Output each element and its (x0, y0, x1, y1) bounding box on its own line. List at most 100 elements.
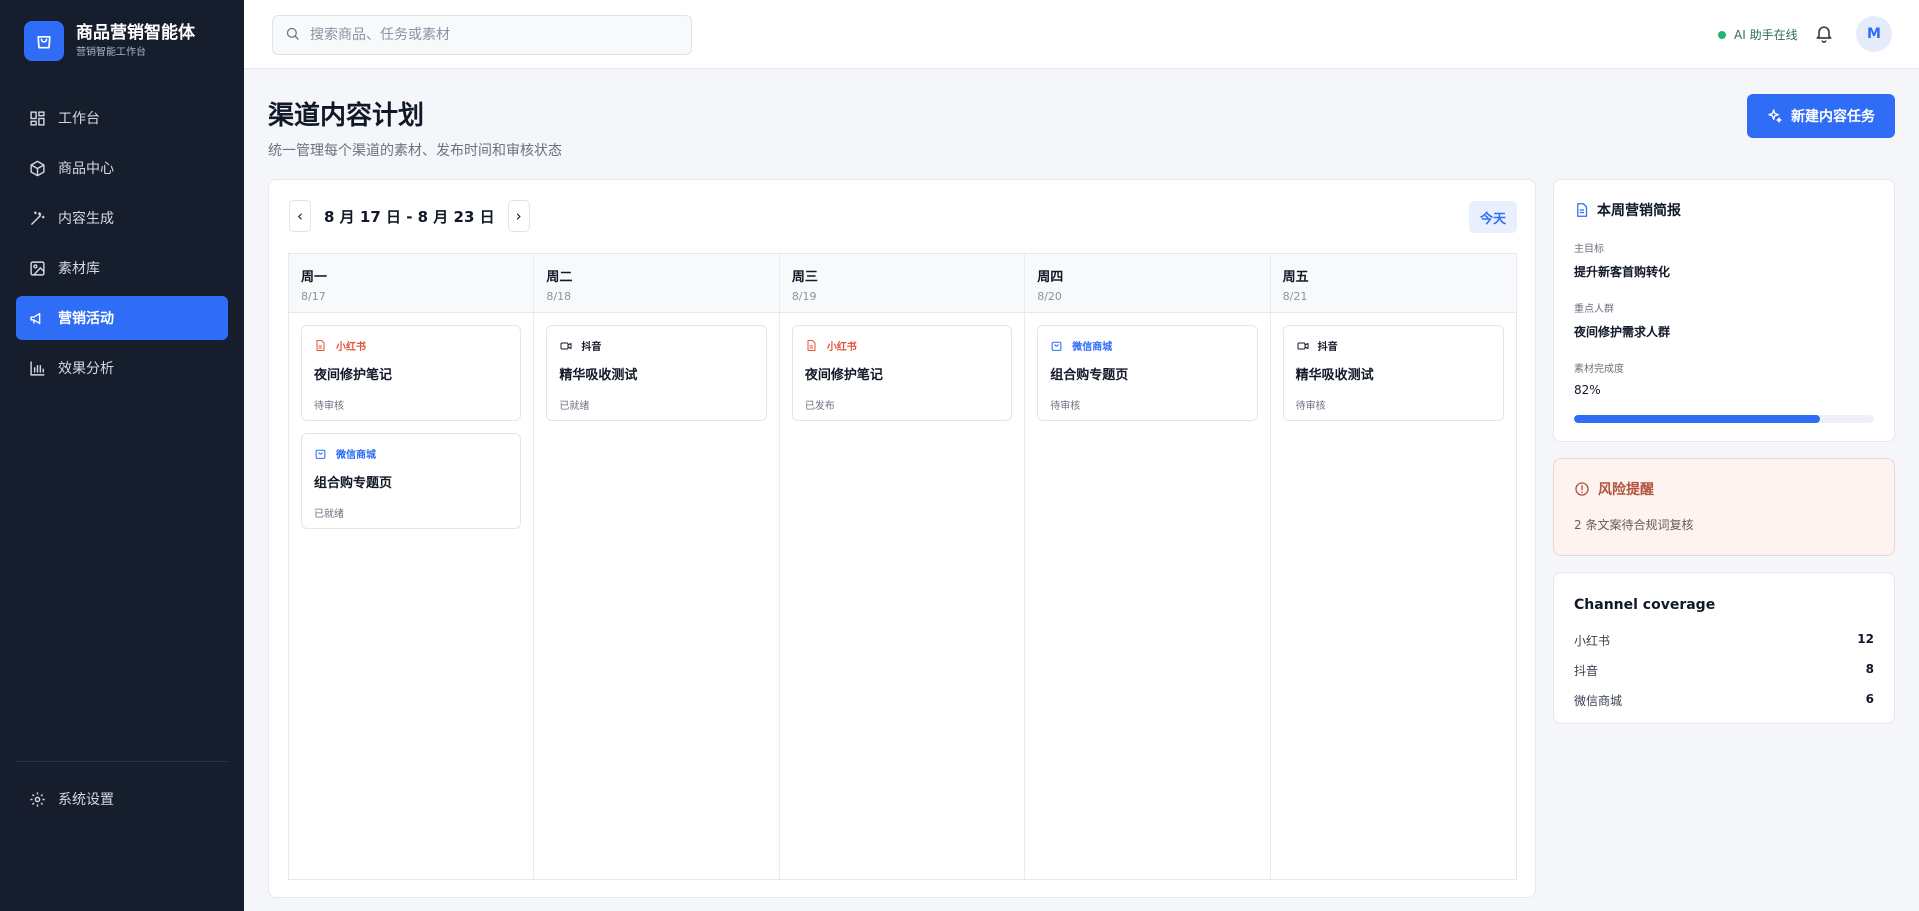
sidebar-item-label: 效果分析 (58, 361, 114, 377)
today-button[interactable]: 今天 (1469, 201, 1517, 233)
risk-title: 风险提醒 (1574, 479, 1874, 499)
new-task-button[interactable]: 新建内容任务 (1747, 94, 1895, 138)
task-channel: 小红书 (314, 338, 508, 353)
coverage-count: 8 (1865, 662, 1874, 676)
coverage-row: 微信商城 6 (1574, 692, 1874, 709)
task-channel-label: 抖音 (1317, 342, 1338, 353)
task-status: 已就绪 (559, 401, 590, 412)
brief-title: 本周营销简报 (1574, 200, 1874, 220)
coverage-row: 小红书 12 (1574, 632, 1874, 649)
topbar: AI 助手在线 M (244, 0, 1919, 69)
day-name: 周五 (1282, 270, 1309, 285)
document-icon (314, 339, 328, 353)
day-date: 8/21 (1282, 290, 1308, 303)
bell-icon[interactable] (1814, 23, 1836, 45)
ai-status: AI 助手在线 (1718, 26, 1798, 43)
day-header: 周三 8/19 (779, 254, 1025, 313)
completion-progress-bar (1574, 415, 1874, 423)
sidebar-item-label: 系统设置 (58, 792, 114, 808)
task-channel: 小红书 (805, 338, 999, 353)
channel-coverage-panel: Channel coverage 小红书 12 抖音 8 微信商城 6 (1553, 572, 1895, 724)
task-card[interactable]: 小红书 夜间修护笔记 待审核 (301, 325, 522, 421)
task-card[interactable]: 抖音 精华吸收测试 待审核 (1282, 325, 1505, 421)
goal-value: 提升新客首购转化 (1574, 265, 1671, 279)
avatar[interactable]: M (1856, 16, 1892, 52)
sidebar-item-analytics[interactable]: 效果分析 (16, 346, 228, 390)
sidebar-item-label: 工作台 (58, 111, 100, 127)
coverage-channel: 微信商城 (1574, 694, 1623, 708)
search-box[interactable] (272, 15, 692, 55)
completion-progress-fill (1574, 415, 1820, 423)
day-date: 8/19 (791, 290, 817, 303)
sidebar-item-dashboard[interactable]: 工作台 (16, 96, 228, 140)
sidebar-item-content[interactable]: 内容生成 (16, 196, 228, 240)
video-icon (1296, 339, 1310, 353)
sidebar-item-campaigns[interactable]: 营销活动 (16, 296, 228, 340)
task-status: 已发布 (804, 401, 835, 412)
document-icon (805, 339, 819, 353)
coverage-row: 抖音 8 (1574, 662, 1874, 679)
dashboard-icon (28, 109, 46, 127)
search-input[interactable] (310, 27, 670, 43)
task-card[interactable]: 微信商城 组合购专题页 已就绪 (301, 433, 522, 529)
page-subtitle: 统一管理每个渠道的素材、发布时间和审核状态 (268, 143, 562, 159)
task-channel-label: 微信商城 (1072, 342, 1113, 353)
audience-label: 重点人群 (1574, 304, 1614, 315)
task-title: 夜间修护笔记 (804, 368, 883, 383)
task-channel: 抖音 (559, 338, 753, 353)
search-icon (285, 26, 300, 45)
shopping-bag-icon (24, 21, 64, 61)
day-date: 8/18 (546, 290, 572, 303)
video-icon (559, 339, 573, 353)
bar-chart-icon (28, 359, 46, 377)
coverage-channel: 小红书 (1574, 634, 1611, 648)
brand-title: 商品营销智能体 (76, 23, 195, 43)
day-header: 周一 8/17 (289, 254, 534, 313)
magic-wand-icon (28, 209, 46, 227)
task-card[interactable]: 微信商城 组合购专题页 待审核 (1037, 325, 1258, 421)
sidebar-item-label: 商品中心 (58, 161, 114, 177)
megaphone-icon (28, 309, 46, 327)
task-card[interactable]: 抖音 精华吸收测试 已就绪 (546, 325, 767, 421)
sidebar-item-label: 内容生成 (58, 211, 114, 227)
shopping-bag-icon (1050, 339, 1064, 353)
task-title: 组合购专题页 (314, 476, 393, 491)
goal-label: 主目标 (1574, 244, 1604, 255)
task-status: 已就绪 (314, 509, 344, 520)
day-name: 周二 (546, 270, 573, 285)
day-column: 周一 8/17 小红书 夜间修护笔记 待审核 微信商城 组合购专题页 已就绪 (289, 254, 535, 879)
day-name: 周三 (791, 270, 818, 285)
brand-subtitle: 营销智能工作台 (76, 47, 146, 58)
new-task-label: 新建内容任务 (1791, 109, 1875, 125)
calendar-card: ‹ 8 月 17 日 - 8 月 23 日 › 今天 周一 8/17 小红书 夜… (268, 179, 1536, 898)
task-channel: 微信商城 (1050, 338, 1244, 353)
document-icon (1577, 203, 1588, 217)
sidebar-nav: 工作台 商品中心 内容生成 素材库 营销活动 效果分析 (16, 96, 228, 396)
task-title: 精华吸收测试 (1295, 368, 1374, 383)
box-icon (28, 159, 46, 177)
risk-title-text: 风险提醒 (1598, 482, 1654, 498)
risk-text: 2 条文案待合规词复核 (1574, 518, 1694, 532)
brief-title-text: 本周营销简报 (1597, 203, 1681, 219)
next-week-button[interactable]: › (507, 200, 530, 232)
completion-value: 82% (1574, 383, 1601, 397)
week-range: 8 月 17 日 - 8 月 23 日 (324, 207, 495, 226)
ai-status-text: AI 助手在线 (1734, 28, 1798, 42)
task-card[interactable]: 小红书 夜间修护笔记 已发布 (791, 325, 1013, 421)
day-column: 周五 8/21 抖音 精华吸收测试 待审核 (1270, 254, 1517, 879)
brand[interactable]: 商品营销智能体 营销智能工作台 (24, 21, 195, 61)
sidebar-item-settings[interactable]: 系统设置 (16, 777, 228, 821)
sidebar-item-products[interactable]: 商品中心 (16, 146, 228, 190)
sidebar: 商品营销智能体 营销智能工作台 工作台 商品中心 内容生成 素材库 营销活动 效… (0, 0, 244, 911)
task-channel-label: 小红书 (336, 342, 366, 353)
sidebar-item-assets[interactable]: 素材库 (16, 246, 228, 290)
sidebar-item-label: 素材库 (58, 261, 100, 277)
shopping-bag-icon (314, 447, 328, 461)
day-column: 周四 8/20 微信商城 组合购专题页 待审核 (1025, 254, 1271, 879)
day-name: 周一 (301, 270, 328, 285)
task-status: 待审核 (314, 401, 344, 412)
day-column: 周三 8/19 小红书 夜间修护笔记 已发布 (779, 254, 1026, 879)
task-status: 待审核 (1295, 401, 1326, 412)
prev-week-button[interactable]: ‹ (289, 200, 311, 232)
task-channel-label: 微信商城 (336, 450, 376, 461)
